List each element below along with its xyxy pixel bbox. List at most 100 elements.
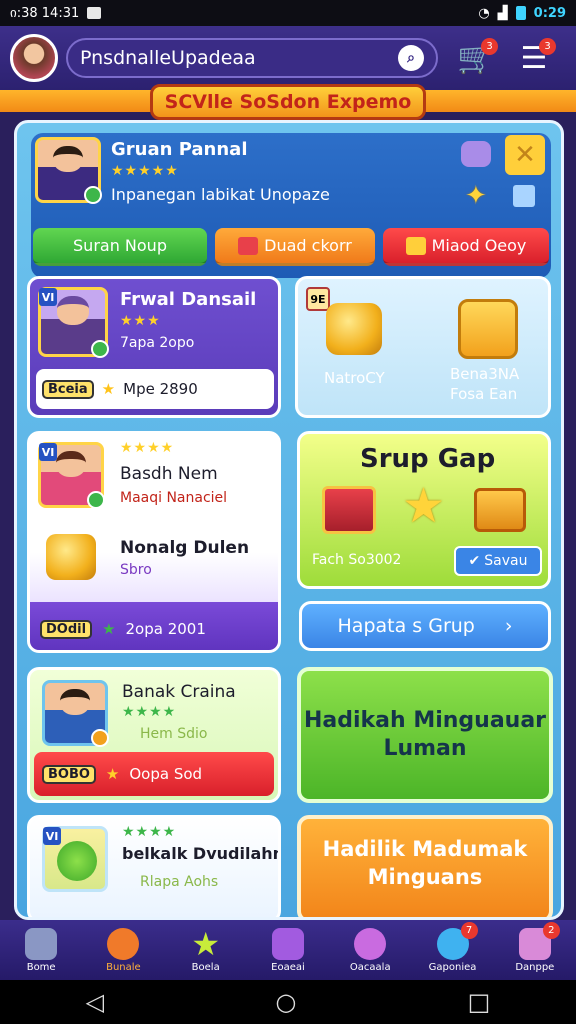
avatar[interactable] <box>10 34 58 82</box>
second-tag: DOdil <box>40 619 93 639</box>
group-save-label: Savau <box>484 553 528 569</box>
second-stars: ★★★★ <box>120 440 175 456</box>
star-icon: ★ <box>101 380 116 398</box>
second-name: Basdh Nem <box>120 464 218 484</box>
profile-card: Gruan Pannal ★★★★★ Inpanegan labikat Uno… <box>31 133 551 278</box>
friend-name: Frwal Dansail <box>120 289 257 310</box>
nav-eoaeai-label: Eoaeai <box>271 961 305 973</box>
nav-boela-label: Boela <box>191 961 220 973</box>
card-icon[interactable] <box>513 185 535 207</box>
wifi-icon: ◔ <box>478 5 490 21</box>
friend-row: Bceia ★ Mpe 2890 <box>36 369 274 409</box>
close-icon[interactable]: ✕ <box>505 135 545 175</box>
status-time: ი:38 14:31 <box>10 5 80 21</box>
profile-name: Gruan Pannal <box>111 139 248 160</box>
cart-button[interactable]: 🛒 3 <box>456 38 498 78</box>
big-orange-button[interactable]: Hadilik Madumak Minguans <box>297 815 553 917</box>
second-corner-badge: VI <box>39 443 57 461</box>
suran-label: Suran Noup <box>73 236 167 255</box>
profile-portrait[interactable] <box>35 137 102 204</box>
big-green-line-1: Hadikah Minguauar <box>303 708 547 733</box>
third-tag: BOBO <box>42 764 96 784</box>
notification-icon <box>87 7 102 19</box>
second-portrait: VI <box>38 442 105 509</box>
group-save-button[interactable]: ✔ Savau <box>454 546 542 576</box>
nav-bunale[interactable]: Bunale <box>88 927 158 973</box>
nav-boela[interactable]: ★ Boela <box>171 928 241 973</box>
friend-tag: Bceia <box>42 379 94 399</box>
status-clock: 0:29 <box>533 5 566 21</box>
third-card[interactable]: Banak Craina ★★★★ Hem Sdio BOBO ★ Oopa S… <box>27 667 281 803</box>
nav-gaponiea-badge: 7 <box>460 921 478 939</box>
third-name: Banak Craina <box>122 682 236 702</box>
emoji-icon <box>46 534 96 580</box>
emoji-icon <box>107 927 140 960</box>
friend-meta: 7apa 2opo <box>120 335 195 351</box>
nav-oacaala[interactable]: Oacaala <box>335 927 405 973</box>
box-icon <box>271 927 304 960</box>
second-card[interactable]: VI ★★★★ Basdh Nem Maaqi Nanaciel Nonalg … <box>27 431 281 653</box>
fourth-name: belkalk Dvudilahn <box>122 844 281 863</box>
group-card[interactable]: Srup Gap ★ Fach So3002 ✔ Savau <box>297 431 551 589</box>
nav-home[interactable]: Bome <box>6 927 76 973</box>
nav-danppe-badge: 2 <box>542 921 560 939</box>
duad-label: Duad ckorr <box>264 236 352 255</box>
nav-gaponiea[interactable]: 7 Gaponiea <box>418 921 488 973</box>
nav-home-label: Bome <box>26 961 56 973</box>
rewards-corner: 9E <box>306 287 330 311</box>
rewards-right-label-2: Fosa Ean <box>450 385 518 403</box>
check-icon: ✔ <box>468 553 481 569</box>
treasure-icon <box>474 488 526 532</box>
big-orange-line-1: Hadilik Madumak <box>322 837 528 861</box>
nav-danppe[interactable]: 2 Danppe <box>500 921 570 973</box>
signal-icon: ▟ <box>497 5 508 21</box>
suran-button[interactable]: Suran Noup <box>33 228 207 266</box>
check-icon <box>84 186 102 204</box>
system-nav-bar: ◁ ○ □ <box>0 980 576 1024</box>
rewards-card[interactable]: 9E NatroCY Bena3NA Fosa Ean <box>295 276 551 418</box>
friend-card[interactable]: VI Frwal Dansail ★★★ 7apa 2opo Bceia ★ M… <box>27 276 281 418</box>
back-icon[interactable]: ◁ <box>86 988 104 1016</box>
third-stars: ★★★★ <box>122 704 177 720</box>
status-bar: ი:38 14:31 ◔ ▟ 0:29 <box>0 0 576 26</box>
third-meta: Hem Sdio <box>140 726 208 742</box>
search-icon[interactable]: ⌕ <box>398 45 424 71</box>
coin-stack-icon <box>326 303 382 355</box>
menu-badge: 3 <box>539 38 556 55</box>
search-text: PnsdnalleUpadeaa <box>80 47 256 69</box>
event-banner[interactable]: SCVlle SoSdon Expemo <box>150 84 426 120</box>
duad-button[interactable]: Duad ckorr <box>215 228 375 266</box>
second-meta: Maaqi Nanaciel <box>120 490 228 506</box>
home-icon <box>25 927 58 960</box>
nav-oacaala-label: Oacaala <box>349 961 391 973</box>
search-input[interactable]: PnsdnalleUpadeaa ⌕ <box>66 38 438 78</box>
fourth-meta: Rlapa Aohs <box>140 874 219 890</box>
chat-icon[interactable] <box>461 141 491 167</box>
home-circle-icon[interactable]: ○ <box>275 988 296 1016</box>
second-meta-2: Sbro <box>120 562 152 578</box>
big-green-button[interactable]: Hadikah Minguauar Luman <box>297 667 553 803</box>
nav-danppe-label: Danppe <box>515 961 555 973</box>
recents-icon[interactable]: □ <box>468 988 491 1016</box>
friend-corner-badge: VI <box>39 288 57 306</box>
app-header: PnsdnalleUpadeaa ⌕ 🛒 3 ☰ 3 <box>0 26 576 90</box>
group-title: Srup Gap <box>360 444 496 474</box>
gold-icon <box>405 236 426 255</box>
second-value: 2opa 2001 <box>125 620 206 638</box>
star-icon[interactable]: ✦ <box>465 181 487 211</box>
fourth-stars: ★★★★ <box>122 824 177 840</box>
star-icon: ★ <box>102 620 116 638</box>
menu-button[interactable]: ☰ 3 <box>514 38 556 78</box>
miaod-button[interactable]: Miaod Oeoy <box>383 228 549 266</box>
big-green-line-2: Luman <box>383 736 467 761</box>
second-bottom-row: DOdil ★ 2opa 2001 <box>30 602 278 650</box>
nav-eoaeai[interactable]: Eoaeai <box>253 927 323 973</box>
fourth-portrait: VI <box>42 826 108 892</box>
group-link-button[interactable]: Hapata s Grup › <box>299 601 551 651</box>
second-name-2: Nonalg Dulen <box>120 538 250 558</box>
fourth-card[interactable]: VI ★★★★ belkalk Dvudilahn Rlapa Aohs <box>27 815 281 917</box>
profile-stars: ★★★★★ <box>111 163 179 179</box>
group-link-label: Hapata s Grup <box>337 615 475 637</box>
third-value: Oopa Sod <box>129 765 203 783</box>
star-icon: ★ <box>191 924 221 963</box>
